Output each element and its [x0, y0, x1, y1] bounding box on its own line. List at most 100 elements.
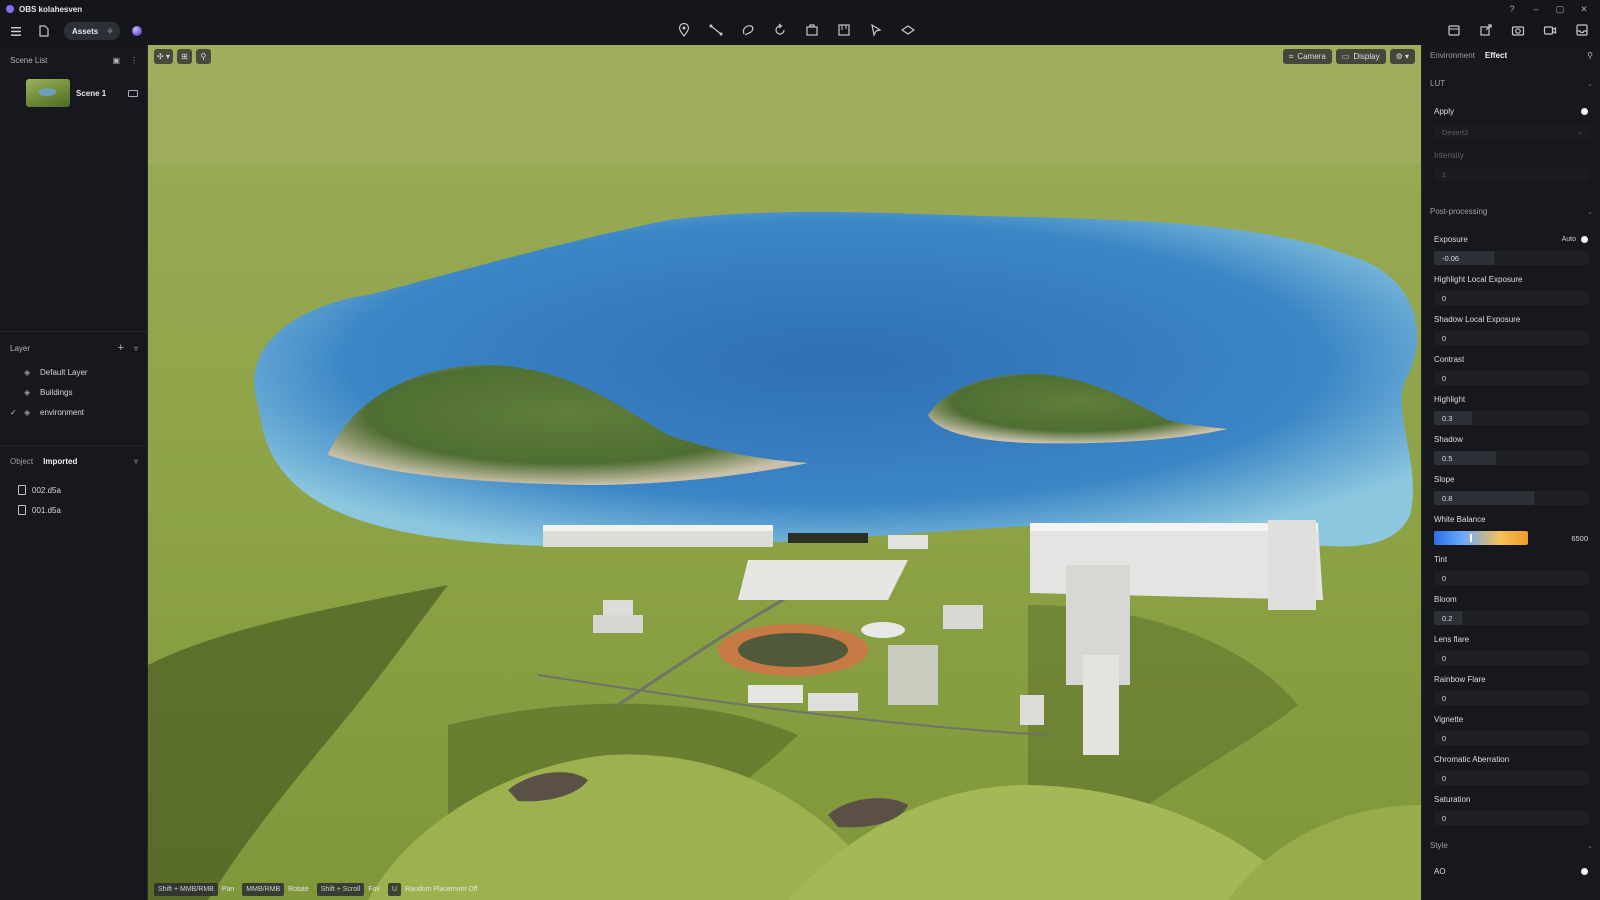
highlight-local-value: 0 — [1442, 293, 1447, 303]
layer-item-default[interactable]: ◈ Default Layer — [10, 364, 138, 380]
scene-preview-icon[interactable] — [128, 89, 138, 97]
layer-item-buildings[interactable]: ◈ Buildings — [10, 384, 138, 400]
intensity-slider[interactable]: 1 — [1434, 167, 1589, 181]
style-section-header[interactable]: Style ⌄ — [1430, 841, 1593, 850]
rainbow-flare-label: Rainbow Flare — [1434, 675, 1486, 684]
layer-item-environment[interactable]: ✓ ◈ environment — [10, 404, 138, 420]
file-icon[interactable] — [36, 23, 52, 39]
pin-icon[interactable] — [676, 22, 692, 38]
minimize-button[interactable]: – — [1524, 0, 1548, 18]
check-icon[interactable]: ✓ — [10, 408, 20, 417]
file-item[interactable]: 002.d5a — [18, 482, 138, 498]
vignette-slider[interactable]: 0 — [1434, 731, 1589, 745]
ao-toggle[interactable] — [1581, 868, 1588, 875]
contrast-slider[interactable]: 0 — [1434, 371, 1589, 385]
more-icon[interactable]: ⋮ — [130, 56, 138, 65]
slope-slider[interactable]: 0.8 — [1434, 491, 1589, 505]
share-icon[interactable] — [1478, 22, 1494, 38]
slope-value: 0.8 — [1442, 493, 1453, 503]
video-icon[interactable] — [1542, 22, 1558, 38]
white-balance-slider[interactable] — [1434, 531, 1528, 545]
chromatic-value: 0 — [1442, 773, 1447, 783]
bloom-label: Bloom — [1434, 595, 1457, 604]
tab-imported[interactable]: Imported — [43, 457, 77, 466]
rotate-icon[interactable] — [772, 22, 788, 38]
transform-mode-icon[interactable]: ✣ ▾ — [154, 49, 173, 64]
apply-toggle[interactable] — [1581, 108, 1588, 115]
ai-orb-icon[interactable] — [131, 26, 142, 36]
shortcut-hints: Shift + MMB/RMB Pan MMB/RMB Rotate Shift… — [154, 883, 482, 896]
bloom-slider[interactable]: 0.2 — [1434, 611, 1589, 625]
lens-flare-slider[interactable]: 0 — [1434, 651, 1589, 665]
grid-icon[interactable]: ⊞ — [176, 49, 192, 64]
exposure-auto-toggle[interactable] — [1581, 236, 1588, 243]
hint-desc: Rotate — [288, 886, 309, 893]
exposure-slider[interactable]: -0.06 — [1434, 251, 1589, 265]
path-icon[interactable] — [708, 22, 724, 38]
object-icon[interactable] — [804, 22, 820, 38]
bloom-value: 0.2 — [1442, 613, 1453, 623]
hint-key: Shift + Scroll — [316, 883, 365, 896]
lut-preset-select[interactable]: Desert2 ⌄ — [1434, 125, 1589, 139]
hint-key: U — [387, 883, 401, 896]
file-item[interactable]: 001.d5a — [18, 502, 138, 518]
tint-value: 0 — [1442, 573, 1447, 583]
add-scene-icon[interactable]: ▣ — [112, 56, 120, 65]
scene-item[interactable]: Scene 1 — [26, 79, 138, 107]
add-layer-icon[interactable]: + — [118, 342, 124, 354]
tab-object[interactable]: Object — [10, 457, 33, 466]
post-processing-header[interactable]: Post-processing ⌄ — [1430, 207, 1593, 216]
tab-environment[interactable]: Environment — [1430, 51, 1475, 60]
layer-header: Layer + ▿ — [10, 341, 138, 355]
select-icon[interactable] — [868, 22, 884, 38]
slider-handle[interactable] — [1470, 534, 1472, 542]
vignette-label: Vignette — [1434, 715, 1464, 724]
white-balance-label: White Balance — [1434, 515, 1486, 524]
3d-viewport[interactable]: ✣ ▾ ⊞ ⚲ ⌗ Camera ▭ Display ⚙ ▾ Shift + M… — [148, 45, 1421, 900]
file-icon — [18, 485, 26, 495]
highlight-value: 0.3 — [1442, 413, 1453, 423]
chevron-down-icon: ⌄ — [1587, 842, 1593, 850]
layer-icon: ◈ — [24, 367, 31, 377]
camera-icon[interactable] — [1510, 22, 1526, 38]
hint-key: Shift + MMB/RMB — [154, 883, 218, 896]
divider — [0, 445, 148, 446]
camera-button[interactable]: ⌗ Camera — [1282, 49, 1332, 64]
tab-effect[interactable]: Effect — [1485, 51, 1507, 60]
close-button[interactable]: ✕ — [1572, 0, 1596, 18]
shadow-local-slider[interactable]: 0 — [1434, 331, 1589, 345]
view-options-button[interactable]: ⚙ ▾ — [1389, 49, 1415, 64]
help-icon[interactable]: ? — [1500, 0, 1524, 18]
rainbow-flare-slider[interactable]: 0 — [1434, 691, 1589, 705]
tool-group — [676, 22, 916, 38]
highlight-local-slider[interactable]: 0 — [1434, 291, 1589, 305]
pin-icon[interactable]: ⚲ — [1587, 51, 1593, 60]
lasso-icon[interactable] — [740, 22, 756, 38]
snap-icon[interactable]: ⚲ — [195, 49, 211, 64]
maximize-button[interactable]: ▢ — [1548, 0, 1572, 18]
menu-icon[interactable] — [8, 23, 24, 39]
display-icon: ▭ — [1341, 52, 1350, 61]
highlight-slider[interactable]: 0.3 — [1434, 411, 1589, 425]
chevron-down-icon: ⌄ — [1577, 129, 1583, 136]
display-button[interactable]: ▭ Display — [1335, 49, 1386, 64]
chromatic-slider[interactable]: 0 — [1434, 771, 1589, 785]
layers-icon[interactable] — [900, 22, 916, 38]
export-icon[interactable] — [1574, 22, 1590, 38]
render-icon[interactable] — [1446, 22, 1462, 38]
contrast-value: 0 — [1442, 373, 1447, 383]
shadow-slider[interactable]: 0.5 — [1434, 451, 1589, 465]
layer-icon: ◈ — [24, 407, 31, 417]
slope-label: Slope — [1434, 475, 1455, 484]
effect-panel: Environment Effect ⚲ LUT ⌄ Apply Desert2 … — [1421, 45, 1600, 900]
filter-icon[interactable]: ▿ — [134, 344, 138, 353]
app-logo-icon — [6, 5, 14, 13]
post-title: Post-processing — [1430, 207, 1488, 216]
tint-slider[interactable]: 0 — [1434, 571, 1589, 585]
lut-section-header[interactable]: LUT ⌄ — [1430, 79, 1593, 88]
saturation-slider[interactable]: 0 — [1434, 811, 1589, 825]
filter-icon[interactable]: ▿ — [134, 457, 138, 466]
assets-button[interactable]: Assets ✧ — [64, 22, 120, 40]
scene-name: Scene 1 — [76, 88, 107, 98]
measure-icon[interactable] — [836, 22, 852, 38]
